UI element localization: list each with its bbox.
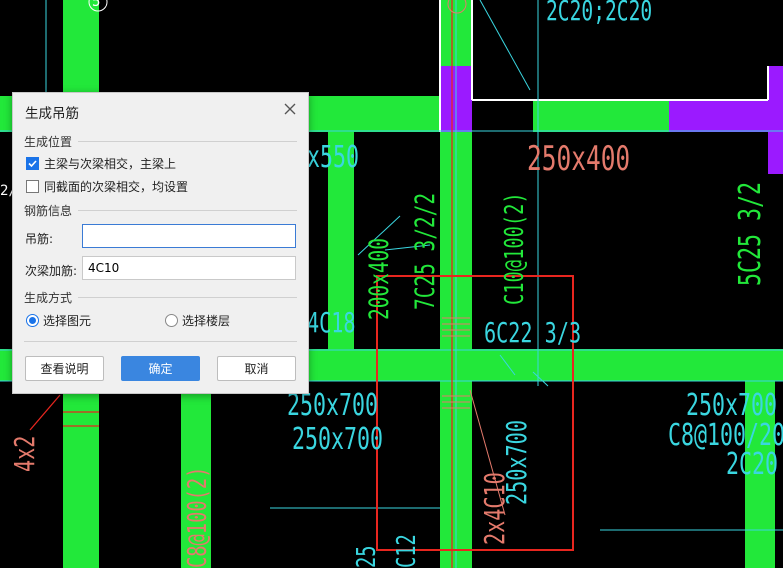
help-button[interactable]: 查看说明: [25, 356, 104, 381]
radio-select-floor[interactable]: 选择楼层: [165, 312, 230, 329]
cad-label-axis-5: 5: [92, 0, 101, 10]
cad-label-4c18: 4C18: [307, 306, 356, 339]
cad-label-5c25: 5C25 3/2: [733, 181, 768, 286]
cancel-button[interactable]: 取消: [217, 356, 296, 381]
option-same-section-label: 同截面的次梁相交，均设置: [44, 180, 189, 194]
secondary-label: 次梁加筋:: [25, 264, 78, 278]
cad-label-2c20-right: 2C20: [726, 447, 779, 482]
radio-select-element[interactable]: 选择图元: [26, 312, 91, 329]
section-divider: [78, 141, 297, 142]
radio-selected-icon[interactable]: [26, 314, 39, 327]
dialog-title: 生成吊筋: [25, 106, 79, 122]
cad-label-200x400: 200x400: [364, 238, 395, 320]
purple-beam-right[interactable]: [669, 100, 783, 132]
radio-select-floor-label: 选择楼层: [182, 314, 231, 328]
cad-label-250x400: 250x400: [527, 139, 631, 179]
cad-label-c10: C10@100(2): [500, 192, 530, 305]
option-same-section[interactable]: 同截面的次梁相交，均设置: [26, 178, 188, 195]
close-icon[interactable]: [280, 99, 300, 119]
option-main-secondary[interactable]: 主梁与次梁相交，主梁上: [26, 155, 176, 172]
section-divider: [78, 297, 297, 298]
cad-label-4x2: 4x2: [8, 435, 41, 472]
cad-label-250x700-b: 250x700: [292, 422, 384, 457]
cad-label-250x700-vert: 250x700: [500, 420, 533, 505]
section-divider: [78, 210, 297, 211]
section-title-rebar: 钢筋信息: [24, 204, 73, 218]
hanger-label: 吊筋:: [25, 232, 54, 246]
section-title-position: 生成位置: [24, 135, 73, 149]
checkbox-unchecked-icon[interactable]: [26, 180, 39, 193]
cad-label-25: 25: [352, 545, 382, 568]
radio-unselected-icon[interactable]: [165, 314, 178, 327]
hanger-rebar-dialog: 生成吊筋 生成位置 主梁与次梁相交，主梁上 同截面的次梁相交，均设置 钢筋信息 …: [12, 92, 309, 394]
hanger-input[interactable]: [82, 224, 296, 248]
section-title-method: 生成方式: [24, 291, 73, 305]
checkbox-checked-icon[interactable]: [26, 157, 39, 170]
option-main-secondary-label: 主梁与次梁相交，主梁上: [44, 157, 177, 171]
beam-horizontal-top-right[interactable]: [533, 100, 669, 132]
cad-label-6c22: 6C22 3/3: [484, 316, 582, 349]
ok-button[interactable]: 确定: [121, 356, 200, 381]
cad-label-x550: x550: [307, 140, 360, 175]
cad-label-c12: C12: [392, 534, 422, 568]
secondary-rebar-input[interactable]: [82, 256, 296, 280]
cad-label-7c25: 7C25 3/2/2: [410, 192, 441, 310]
radio-select-element-label: 选择图元: [43, 314, 92, 328]
cad-label-c8-left: C8@100(2): [183, 466, 213, 568]
cad-label-2c20: 2C20;2C20: [546, 0, 653, 27]
purple-beam-top-right[interactable]: [768, 66, 783, 174]
footer-divider: [24, 341, 297, 342]
